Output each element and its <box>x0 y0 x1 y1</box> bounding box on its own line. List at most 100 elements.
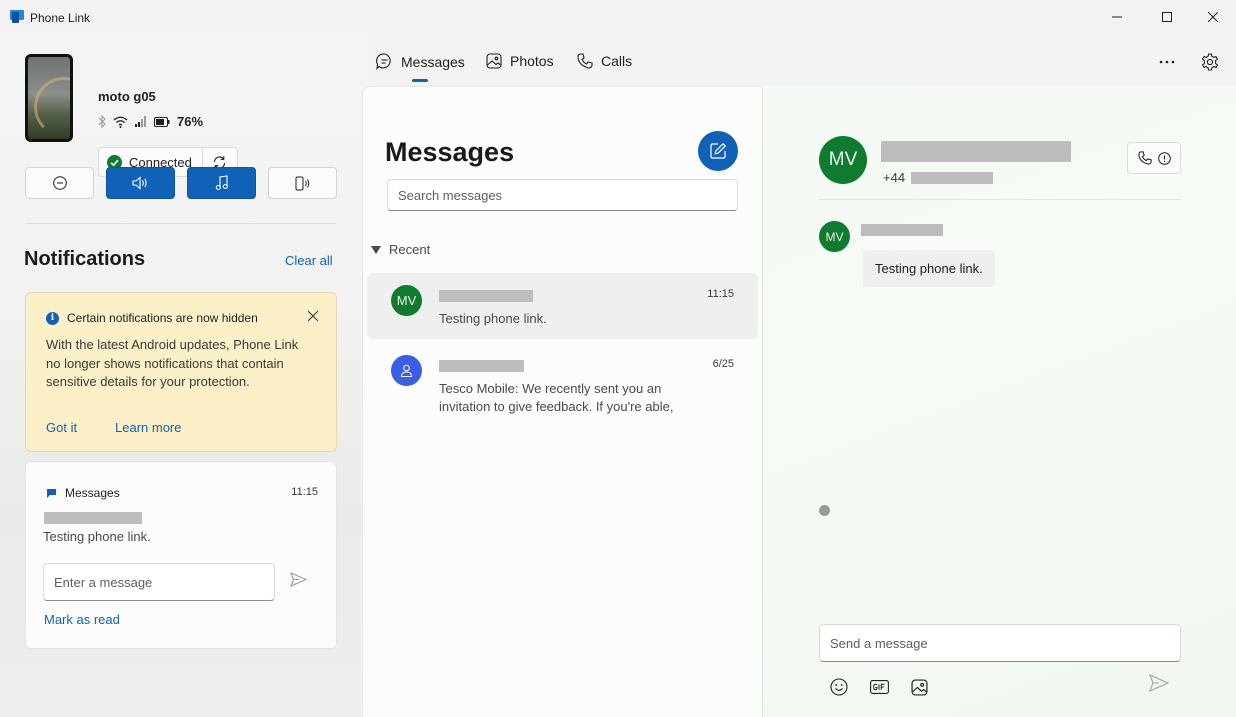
tab-messages[interactable]: Messages <box>376 53 465 70</box>
messages-title: Messages <box>385 137 515 167</box>
close-icon <box>1208 12 1218 22</box>
redacted-phone-number <box>911 172 993 184</box>
notification-time: 11:15 <box>291 486 318 498</box>
avatar: MV <box>391 285 422 316</box>
conversation-time: 11:15 <box>707 288 734 300</box>
maximize-icon <box>1162 12 1172 22</box>
chevron-down-icon <box>371 245 381 254</box>
dismiss-banner-button[interactable] <box>307 309 319 324</box>
contact-phone-prefix: +44 <box>883 170 906 185</box>
title-bar: Phone Link <box>0 0 1236 34</box>
phone-audio-button[interactable] <box>268 167 337 199</box>
image-icon <box>910 678 928 696</box>
person-icon <box>400 364 413 377</box>
learn-more-link[interactable]: Learn more <box>115 420 181 435</box>
banner-title: Certain notifications are now hidden <box>67 311 258 325</box>
sender-avatar: MV <box>819 221 850 252</box>
search-input[interactable]: Search messages <box>387 179 738 211</box>
divider <box>819 199 1181 200</box>
mark-as-read-link[interactable]: Mark as read <box>44 612 120 627</box>
message-input[interactable]: Send a message <box>819 624 1181 662</box>
contact-avatar: MV <box>819 136 867 184</box>
left-panel: moto g05 76% Connected Notifications Cle… <box>0 34 361 717</box>
attach-image-button[interactable] <box>907 676 931 698</box>
reply-send-button[interactable] <box>290 571 308 590</box>
divider <box>25 223 336 224</box>
tab-label: Photos <box>510 53 554 69</box>
close-window-button[interactable] <box>1190 0 1236 34</box>
more-options-button[interactable] <box>1155 52 1179 75</box>
tab-label: Calls <box>601 53 633 69</box>
gear-icon <box>1201 53 1219 71</box>
maximize-button[interactable] <box>1144 0 1190 34</box>
conversation-item[interactable]: MV 11:15 Testing phone link. <box>367 273 758 339</box>
selected-tab-indicator <box>412 79 428 82</box>
redacted-contact-name <box>881 141 1071 162</box>
conversation-preview: Tesco Mobile: We recently sent you an in… <box>439 381 674 414</box>
media-player-button[interactable] <box>187 167 256 199</box>
battery-level: 76% <box>177 114 204 129</box>
gif-icon <box>869 680 889 694</box>
redacted-sender <box>44 512 142 524</box>
chat-bubble-icon <box>376 53 391 70</box>
reply-input[interactable]: Enter a message <box>43 563 275 601</box>
chat-panel: MV +44 MV Testing phone link. Send a mes… <box>762 86 1236 717</box>
speaker-icon <box>131 176 147 190</box>
close-icon <box>307 310 319 322</box>
conversation-list-panel: Messages Search messages Recent MV 11:15… <box>362 86 762 717</box>
messages-app-icon <box>47 488 56 498</box>
battery-icon <box>154 116 170 127</box>
tab-photos[interactable]: Photos <box>486 53 554 69</box>
notification-app-name: Messages <box>65 486 120 500</box>
phone-sound-icon <box>295 176 309 190</box>
gif-button[interactable] <box>867 676 891 698</box>
tab-label: Messages <box>401 53 465 70</box>
info-icon: i <box>46 311 59 325</box>
emoji-button[interactable] <box>827 676 851 698</box>
more-horizontal-icon <box>1159 60 1175 64</box>
redacted-sender-name <box>861 224 943 236</box>
photo-icon <box>486 53 502 69</box>
hidden-notifications-banner: i Certain notifications are now hidden W… <box>25 292 337 452</box>
clear-all-link[interactable]: Clear all <box>285 253 333 268</box>
audio-output-button[interactable] <box>106 167 175 199</box>
redacted-contact-name <box>439 360 524 372</box>
banner-body: With the latest Android updates, Phone L… <box>46 337 299 389</box>
compose-icon <box>710 142 727 159</box>
notification-text: Testing phone link. <box>43 529 151 544</box>
conversation-preview: Testing phone link. <box>439 311 547 326</box>
music-note-icon <box>215 175 228 191</box>
settings-button[interactable] <box>1200 52 1220 75</box>
phone-icon[interactable] <box>1137 151 1152 165</box>
phone-wallpaper-thumbnail[interactable] <box>25 54 73 142</box>
got-it-link[interactable]: Got it <box>46 420 77 435</box>
bluetooth-icon <box>98 115 106 128</box>
device-status-row: 76% <box>98 114 203 129</box>
top-navigation: Messages Photos Calls <box>362 34 1236 86</box>
message-notification-card[interactable]: Messages 11:15 Testing phone link. Enter… <box>25 461 337 649</box>
signal-icon <box>135 116 146 127</box>
send-icon <box>290 571 308 588</box>
phone-icon <box>577 53 593 69</box>
contact-actions <box>1127 142 1181 174</box>
avatar <box>391 355 422 386</box>
minimize-button[interactable] <box>1094 0 1140 34</box>
redacted-contact-name <box>439 290 533 302</box>
info-icon[interactable] <box>1157 151 1171 165</box>
message-bubble: Testing phone link. <box>863 250 995 287</box>
do-not-disturb-icon <box>52 176 67 190</box>
minimize-icon <box>1112 16 1122 18</box>
send-icon <box>1149 673 1170 693</box>
notifications-title: Notifications <box>24 248 146 270</box>
emoji-icon <box>830 678 848 696</box>
new-message-button[interactable] <box>698 131 738 171</box>
conversation-item[interactable]: 6/25 Tesco Mobile: We recently sent you … <box>367 343 758 421</box>
device-name: moto g05 <box>98 89 156 104</box>
conversation-time: 6/25 <box>712 358 734 370</box>
status-dot <box>819 505 830 516</box>
recent-section-header[interactable]: Recent <box>371 242 430 257</box>
tab-calls[interactable]: Calls <box>577 53 632 69</box>
wifi-icon <box>113 116 128 128</box>
do-not-disturb-button[interactable] <box>25 167 94 199</box>
send-message-button[interactable] <box>1149 673 1170 695</box>
